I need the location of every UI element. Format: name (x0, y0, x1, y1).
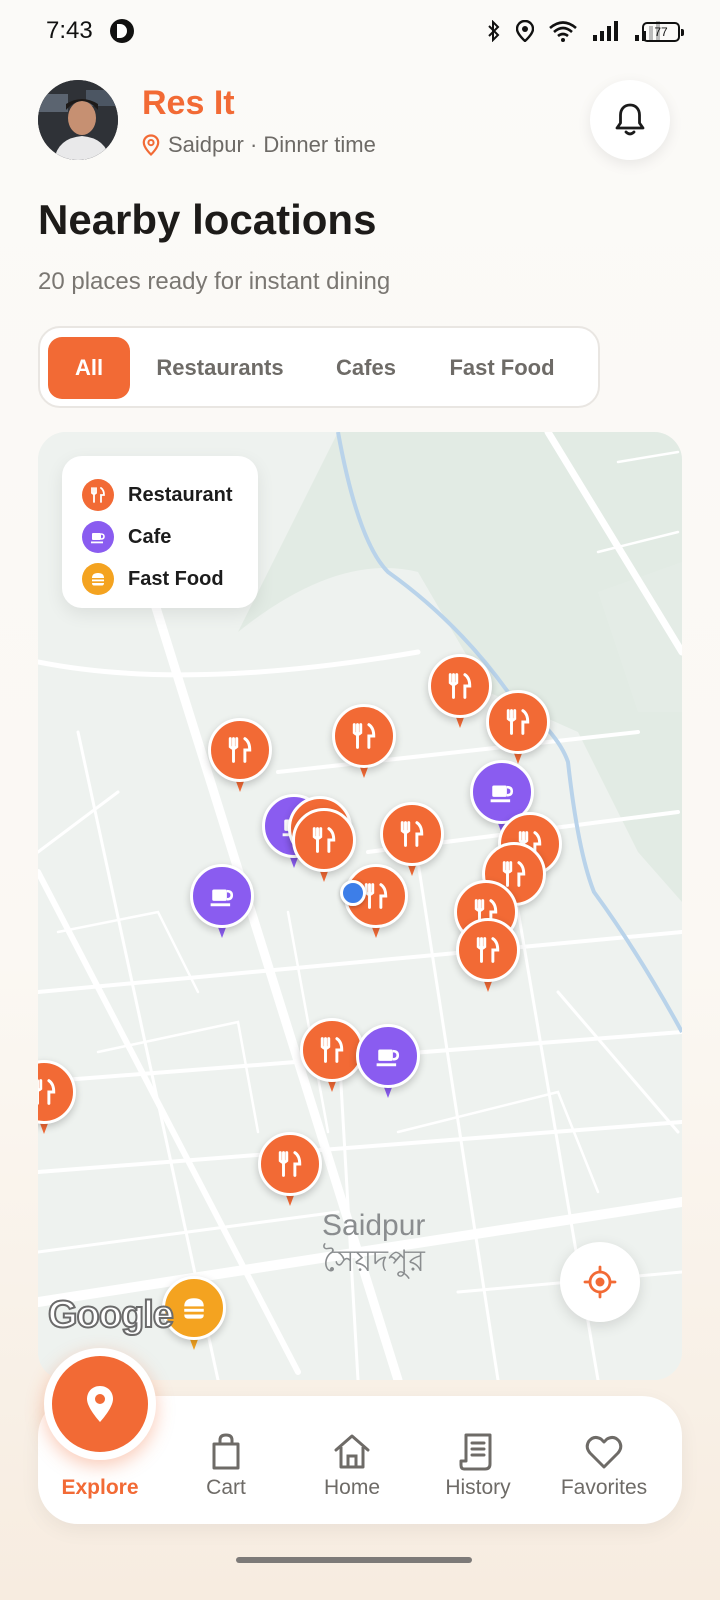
legend-label-restaurant: Restaurant (128, 483, 233, 506)
fork-knife-icon (208, 718, 272, 782)
filter-tab-restaurants[interactable]: Restaurants (144, 337, 296, 399)
fork-knife-icon (428, 654, 492, 718)
page-title: Nearby locations (38, 196, 377, 243)
nav-label-history: History (445, 1476, 511, 1499)
status-icons (486, 18, 662, 44)
filter-tab-fast-food[interactable]: Fast Food (432, 337, 572, 399)
coffee-cup-icon (190, 864, 254, 928)
map-legend: Restaurant Cafe Fast Food (62, 456, 258, 608)
fork-knife-icon (38, 1060, 76, 1124)
user-location-dot (340, 880, 366, 906)
nav-item-home[interactable]: Home (292, 1396, 412, 1524)
map-pin-icon (142, 134, 160, 156)
locate-me-button[interactable] (560, 1242, 640, 1322)
coffee-cup-icon (82, 521, 114, 553)
coffee-cup-icon (356, 1024, 420, 1088)
heart-icon (585, 1435, 623, 1469)
nav-label-cart: Cart (206, 1476, 246, 1499)
house-icon (334, 1434, 370, 1469)
legend-item-restaurant: Restaurant (82, 474, 238, 516)
home-indicator (236, 1557, 472, 1563)
map-marker-cafe[interactable] (190, 864, 254, 944)
map-marker-restaurant[interactable] (208, 718, 272, 798)
nav-label-favorites: Favorites (560, 1476, 648, 1499)
map-marker-restaurant[interactable] (38, 1060, 76, 1140)
filter-tab-cafes[interactable]: Cafes (316, 337, 416, 399)
notifications-button[interactable] (590, 80, 670, 160)
current-location[interactable]: Saidpur · Dinner time (142, 132, 376, 158)
nav-label-home: Home (323, 1476, 381, 1499)
location-text: Saidpur · Dinner time (168, 132, 376, 157)
google-logo: Google (47, 1293, 175, 1337)
legend-item-cafe: Cafe (82, 516, 238, 558)
crosshair-icon (583, 1265, 617, 1299)
map-marker-restaurant[interactable] (332, 704, 396, 784)
legend-label-cafe: Cafe (128, 525, 172, 548)
bluetooth-icon (488, 20, 500, 42)
category-filter-bar: All Restaurants Cafes Fast Food (38, 326, 600, 408)
legend-label-fast-food: Fast Food (128, 567, 224, 590)
map-marker-restaurant[interactable] (258, 1132, 322, 1212)
receipt-icon (459, 1433, 492, 1471)
map-city-name: Saidpur (322, 1209, 426, 1242)
bell-icon (615, 103, 645, 136)
fork-knife-icon (486, 690, 550, 754)
avatar-photo (38, 80, 118, 160)
nav-item-explore[interactable] (44, 1348, 156, 1460)
filter-tab-all[interactable]: All (48, 337, 130, 399)
nav-item-history[interactable]: History (418, 1396, 538, 1524)
wifi-icon (549, 21, 577, 42)
page-subtitle: 20 places ready for instant dining (38, 268, 391, 295)
avatar[interactable] (38, 80, 118, 160)
map-pin-icon (87, 1386, 113, 1422)
fork-knife-icon (82, 479, 114, 511)
nav-item-cart[interactable]: Cart (166, 1396, 286, 1524)
legend-item-fast-food: Fast Food (82, 558, 238, 600)
fork-knife-icon (258, 1132, 322, 1196)
fork-knife-icon (292, 808, 356, 872)
map-marker-restaurant[interactable] (300, 1018, 364, 1098)
map-city-label: Saidpur সৈয়দপুর (322, 1208, 425, 1280)
shopping-bag-icon (212, 1433, 240, 1470)
status-bar: 7:43 77 (0, 0, 720, 62)
app-title: Res It (142, 84, 235, 122)
location-status-icon (516, 20, 534, 42)
notification-app-icon (110, 19, 134, 43)
fork-knife-icon (300, 1018, 364, 1082)
map-marker-cafe[interactable] (356, 1024, 420, 1104)
map-marker-restaurant[interactable] (428, 654, 492, 734)
battery-icon: 77 (642, 22, 684, 42)
nearby-map[interactable]: Restaurant Cafe Fast Food Saidpur সৈয়দপ… (38, 432, 682, 1380)
fork-knife-icon (456, 918, 520, 982)
map-city-name-bengali: সৈয়দপুর (322, 1245, 425, 1278)
signal-icon (593, 21, 618, 41)
nav-item-favorites[interactable]: Favorites (544, 1396, 664, 1524)
map-marker-restaurant[interactable] (486, 690, 550, 770)
map-marker-restaurant[interactable] (456, 918, 520, 998)
fork-knife-icon (332, 704, 396, 768)
fork-knife-icon (380, 802, 444, 866)
burger-icon (82, 563, 114, 595)
nav-label-explore: Explore (61, 1476, 139, 1499)
status-time: 7:43 (46, 17, 93, 44)
